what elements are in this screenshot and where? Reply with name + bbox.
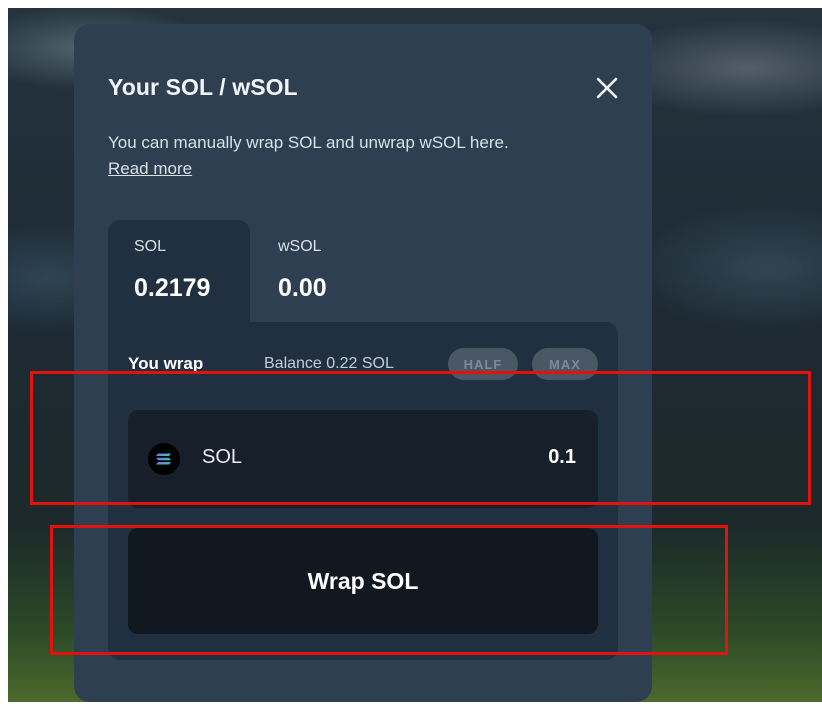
description-text: You can manually wrap SOL and unwrap wSO… (108, 133, 509, 152)
amount-value[interactable]: 0.1 (548, 446, 576, 469)
close-icon (596, 77, 618, 99)
wrap-panel: You wrap Balance 0.22 SOL HALF MAX SOL 0… (108, 322, 618, 660)
tab-sol-label: SOL (134, 238, 167, 255)
you-wrap-label: You wrap (128, 354, 204, 373)
modal-title: Your SOL / wSOL (108, 74, 298, 100)
tab-wsol-balance: 0.00 (278, 274, 327, 302)
balance-text: Balance 0.22 SOL (264, 355, 394, 372)
close-button[interactable] (590, 71, 624, 105)
read-more-link[interactable]: Read more (108, 156, 192, 182)
max-button[interactable]: MAX (532, 348, 598, 380)
modal-description: You can manually wrap SOL and unwrap wSO… (108, 130, 628, 182)
solana-icon (148, 443, 180, 475)
wrap-sol-modal: Your SOL / wSOL You can manually wrap SO… (74, 24, 652, 702)
tab-sol[interactable]: SOL 0.2179 (108, 220, 250, 324)
token-name: SOL (202, 446, 243, 468)
amount-input-row[interactable]: SOL 0.1 (128, 410, 598, 508)
tab-wsol-label: wSOL (278, 238, 322, 255)
tab-wsol[interactable]: wSOL 0.00 (250, 220, 392, 324)
tab-sol-balance: 0.2179 (134, 274, 211, 302)
wrap-sol-button[interactable]: Wrap SOL (128, 528, 598, 634)
half-button[interactable]: HALF (448, 348, 518, 380)
